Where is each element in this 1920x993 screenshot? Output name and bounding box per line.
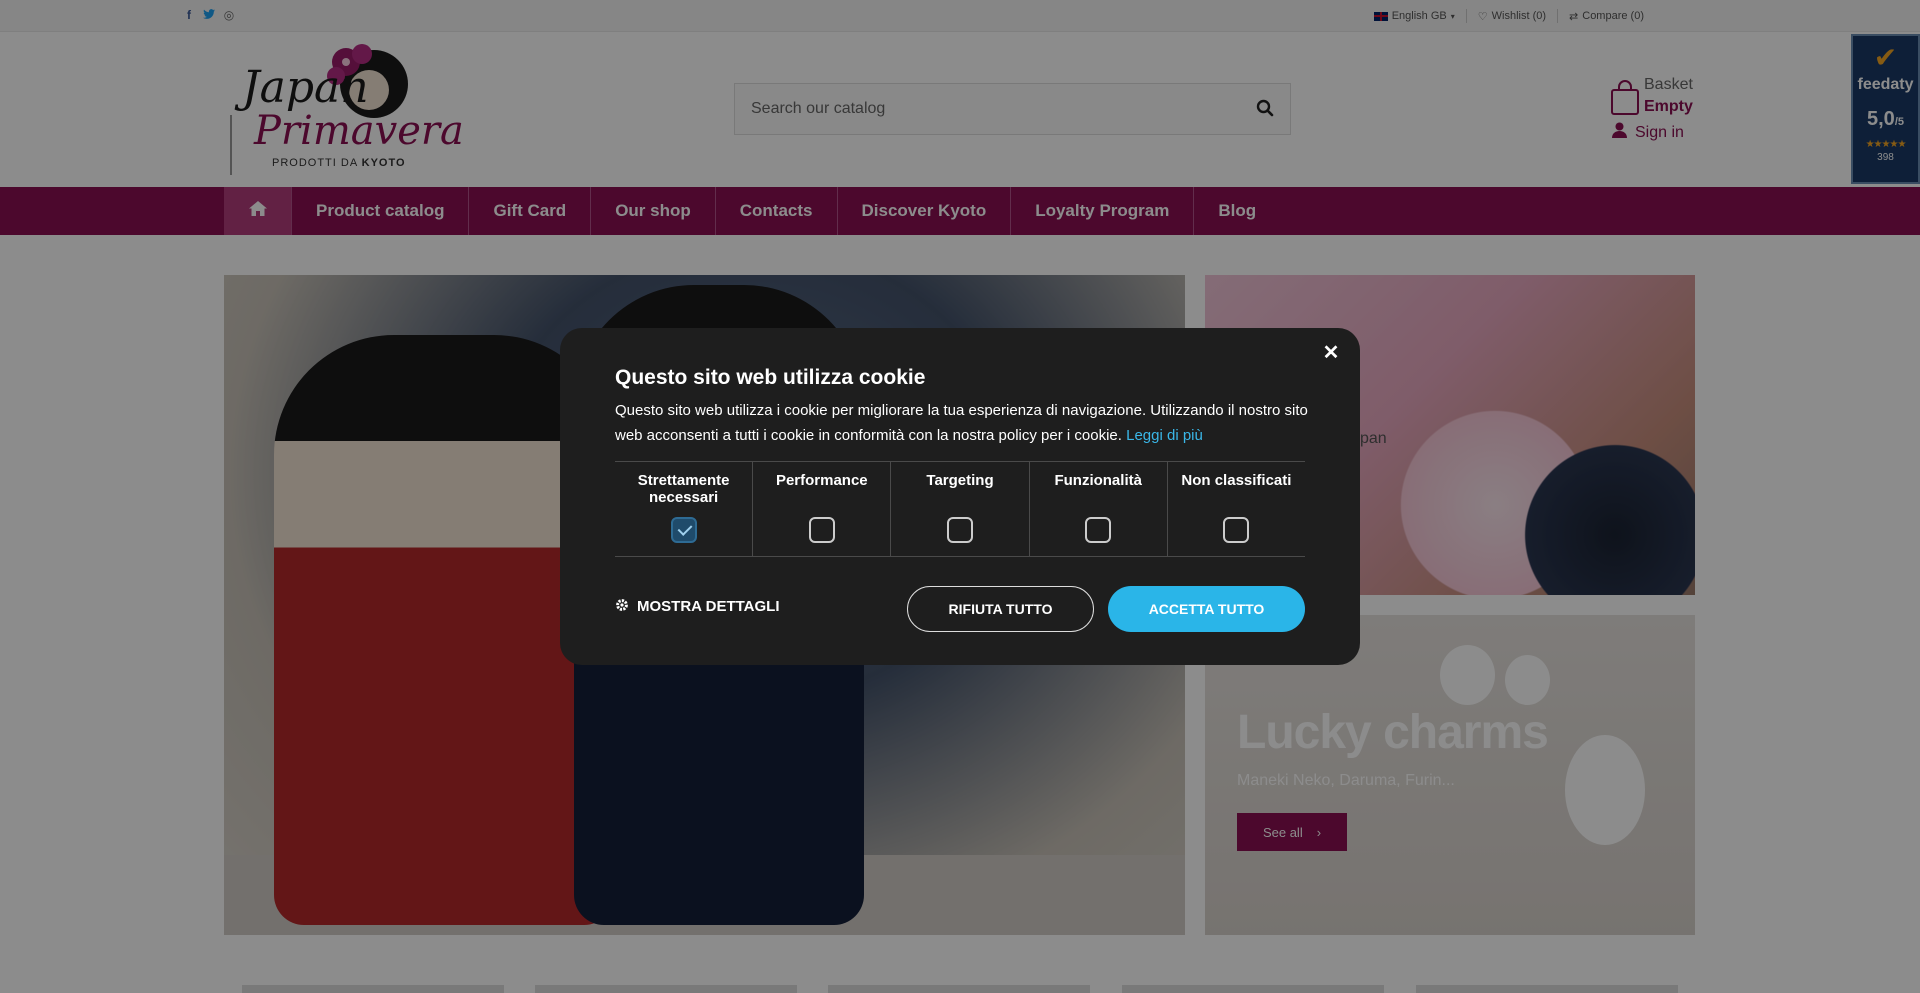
cookie-consent-dialog: ✕ Questo sito web utilizza cookie Questo… [560, 328, 1360, 665]
accept-all-button[interactable]: ACCETTA TUTTO [1108, 586, 1305, 632]
reject-all-button[interactable]: RIFIUTA TUTTO [907, 586, 1094, 632]
gear-icon [615, 598, 629, 615]
cookie-category-functionality: Funzionalità [1030, 462, 1168, 556]
cookie-category-label: Targeting [926, 472, 994, 489]
close-icon[interactable]: ✕ [1320, 342, 1342, 364]
unclassified-checkbox[interactable] [1223, 517, 1250, 543]
show-details-label: MOSTRA DETTAGLI [637, 598, 780, 615]
show-details-button[interactable]: MOSTRA DETTAGLI [615, 598, 780, 615]
read-more-link[interactable]: Leggi di più [1126, 427, 1203, 444]
necessary-checkbox[interactable] [670, 517, 697, 543]
cookie-category-necessary: Strettamente necessari [615, 462, 754, 556]
targeting-checkbox[interactable] [947, 517, 973, 543]
cookie-category-targeting: Targeting [891, 462, 1030, 556]
cookie-category-label: Strettamente necessari [637, 472, 730, 506]
cookie-description: Questo sito web utilizza i cookie per mi… [615, 402, 1308, 444]
cookie-categories: Strettamente necessari Performance Targe… [615, 461, 1305, 557]
cookie-category-label: Funzionalità [1054, 472, 1142, 489]
cookie-category-label: Non classificati [1181, 472, 1292, 489]
cookie-category-unclassified: Non classificati [1168, 462, 1305, 556]
cookie-category-label: Performance [775, 472, 868, 489]
functionality-checkbox[interactable] [1085, 517, 1112, 543]
cookie-title: Questo sito web utilizza cookie [615, 366, 926, 389]
performance-checkbox[interactable] [808, 517, 835, 543]
cookie-category-performance: Performance [753, 462, 892, 556]
